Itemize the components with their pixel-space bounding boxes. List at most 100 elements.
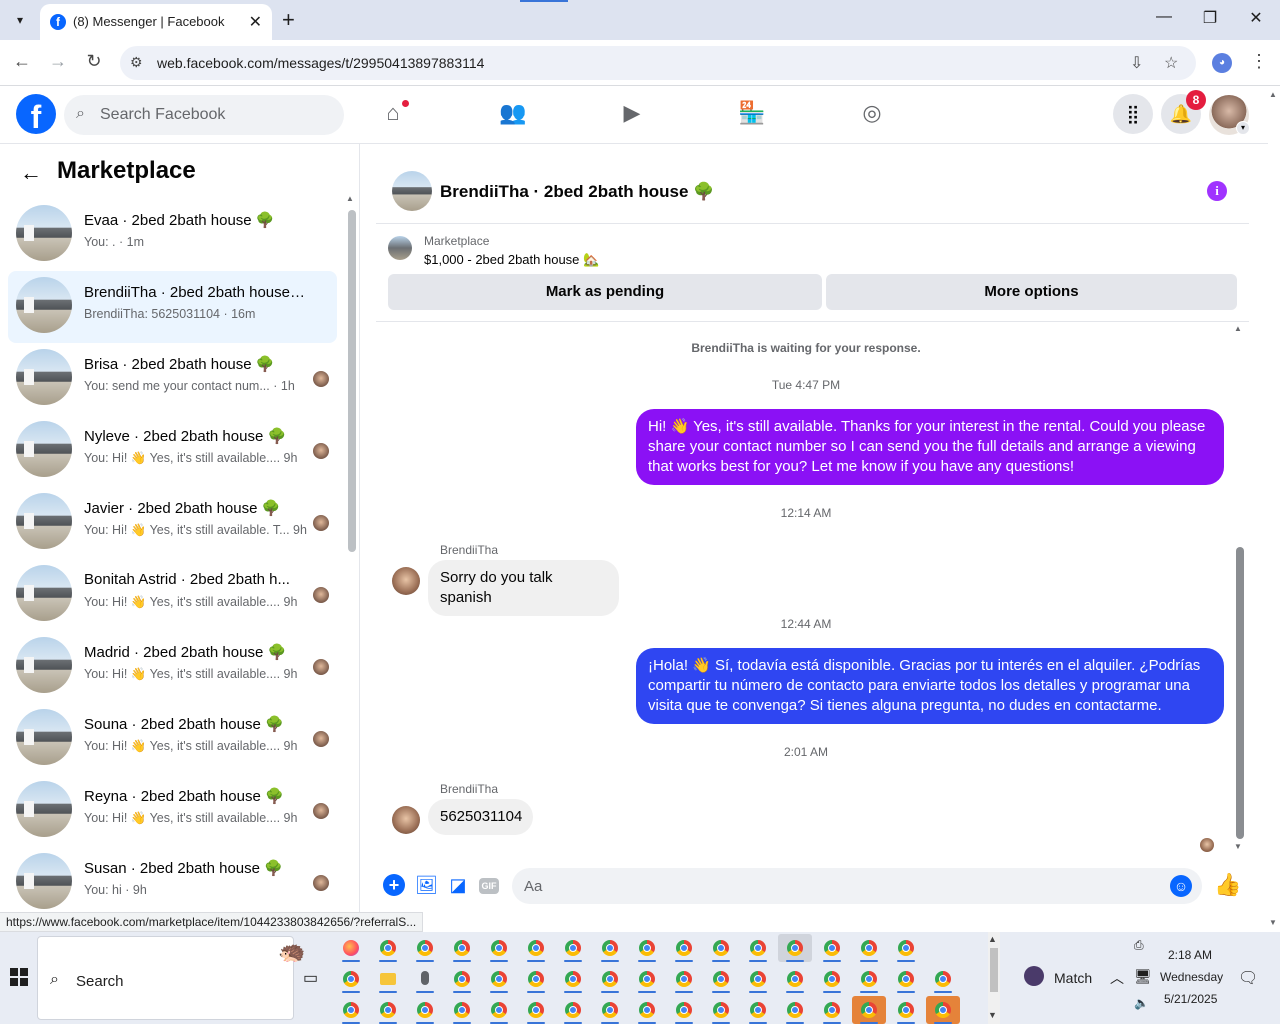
chrome-taskbar-icon[interactable] [371, 996, 405, 1024]
chrome-taskbar-icon[interactable] [815, 965, 849, 993]
message-input[interactable] [524, 868, 1144, 904]
account-chevron-icon[interactable]: ▾ [1236, 121, 1250, 135]
chrome-taskbar-icon[interactable] [519, 934, 553, 962]
conversation-item[interactable]: Brisa · 2bed 2bath house 🌳 You: send me y… [8, 343, 337, 415]
chrome-taskbar-icon[interactable] [371, 934, 405, 962]
chrome-taskbar-icon[interactable] [593, 934, 627, 962]
conversation-item[interactable]: Javier · 2bed 2bath house 🌳 You: Hi! 👋 Ye… [8, 487, 337, 559]
chrome-taskbar-icon[interactable] [408, 996, 442, 1024]
browser-menu-icon[interactable]: ⋮ [1250, 51, 1268, 72]
video-icon[interactable]: ▶ [617, 100, 647, 130]
taskbar-scroll-up-icon[interactable]: ▲ [988, 934, 997, 944]
chrome-taskbar-icon[interactable] [667, 996, 701, 1024]
firefox-taskbar-icon[interactable] [334, 934, 368, 962]
taskbar-search-box[interactable]: ⌕ Search 🦔 [37, 936, 305, 1020]
taskbar-search-label[interactable]: Search [76, 973, 124, 990]
chrome-taskbar-icon[interactable] [482, 934, 516, 962]
emoji-icon[interactable]: ☺ [1170, 875, 1192, 897]
chrome-taskbar-icon[interactable] [741, 934, 775, 962]
chrome-taskbar-icon[interactable] [593, 965, 627, 993]
page-scroll-down-icon[interactable]: ▼ [1269, 918, 1277, 927]
chrome-taskbar-icon[interactable] [556, 965, 590, 993]
incoming-message[interactable]: Sorry do you talk spanish [428, 560, 619, 616]
forward-icon[interactable]: → [46, 51, 70, 72]
clock-date[interactable]: 5/21/2025 [1164, 992, 1217, 1006]
outgoing-message[interactable]: Hi! 👋 Yes, it's still available. Thanks … [636, 409, 1224, 485]
chat-scroll-down-icon[interactable]: ▼ [1234, 842, 1242, 851]
tab-search-chevron-icon[interactable]: ▾ [8, 8, 32, 32]
new-tab-icon[interactable]: + [282, 7, 295, 33]
browser-tab[interactable]: f (8) Messenger | Facebook ✕ [40, 4, 272, 40]
chrome-taskbar-icon[interactable] [852, 934, 886, 962]
chat-title[interactable]: BrendiiTha · 2bed 2bath house 🌳 [440, 182, 714, 202]
chrome-taskbar-icon[interactable] [741, 965, 775, 993]
info-icon[interactable]: i [1207, 181, 1227, 201]
chrome-taskbar-icon[interactable] [482, 965, 516, 993]
list-scrollbar[interactable] [348, 210, 356, 552]
chrome-taskbar-icon[interactable] [519, 996, 553, 1024]
site-settings-icon[interactable]: ⚙ [130, 54, 143, 71]
reload-icon[interactable]: ↻ [82, 51, 106, 72]
install-app-icon[interactable]: ⇩ [1130, 53, 1143, 73]
chrome-taskbar-icon[interactable] [630, 965, 664, 993]
chrome-taskbar-icon[interactable] [482, 996, 516, 1024]
address-url[interactable]: web.facebook.com/messages/t/299504138978… [157, 55, 484, 71]
clock-time[interactable]: 2:18 AM [1168, 948, 1212, 962]
search-placeholder[interactable]: Search Facebook [100, 106, 225, 124]
chrome-taskbar-icon[interactable] [630, 996, 664, 1024]
more-options-button[interactable]: More options [826, 274, 1237, 310]
chrome-taskbar-icon[interactable] [889, 996, 923, 1024]
chrome-taskbar-icon[interactable] [556, 996, 590, 1024]
bookmark-star-icon[interactable]: ☆ [1164, 53, 1178, 73]
listing-title[interactable]: $1,000 - 2bed 2bath house 🏡 [424, 252, 599, 268]
listing-thumbnail[interactable] [392, 171, 432, 211]
taskbar-scroll-down-icon[interactable]: ▼ [988, 1010, 997, 1020]
clock-day[interactable]: Wednesday [1160, 970, 1223, 984]
chrome-taskbar-icon[interactable] [519, 965, 553, 993]
sticker-icon[interactable]: ◪ [447, 874, 469, 896]
chrome-taskbar-icon[interactable] [778, 965, 812, 993]
page-scroll-up-icon[interactable]: ▲ [1269, 90, 1277, 99]
conversation-item[interactable]: Nyleve · 2bed 2bath house 🌳 You: Hi! 👋 Ye… [8, 415, 337, 487]
chat-scrollbar[interactable] [1236, 547, 1244, 839]
photo-icon[interactable]: 🖼 [415, 874, 438, 896]
back-icon[interactable]: ← [10, 51, 34, 72]
file-explorer-taskbar-icon[interactable] [371, 965, 405, 993]
chrome-taskbar-icon[interactable] [667, 965, 701, 993]
chrome-taskbar-icon[interactable] [704, 996, 738, 1024]
conversation-item[interactable]: Reyna · 2bed 2bath house 🌳 You: Hi! 👋 Yes… [8, 775, 337, 847]
outgoing-message[interactable]: ¡Hola! 👋 Sí, todavía está disponible. Gr… [636, 648, 1224, 724]
conversation-item[interactable]: Souna · 2bed 2bath house 🌳 You: Hi! 👋 Yes… [8, 703, 337, 775]
list-scroll-up-icon[interactable]: ▲ [346, 194, 354, 203]
camera-icon[interactable]: ⎙ [1134, 938, 1144, 953]
chrome-taskbar-icon[interactable] [667, 934, 701, 962]
chrome-taskbar-icon[interactable] [445, 996, 479, 1024]
chrome-taskbar-icon[interactable] [926, 996, 960, 1024]
chrome-taskbar-icon[interactable] [704, 934, 738, 962]
menu-grid-icon[interactable]: ⣿ [1113, 94, 1153, 134]
windows-start-icon[interactable] [10, 968, 28, 986]
chrome-taskbar-icon[interactable] [815, 996, 849, 1024]
browser-profile-icon[interactable]: ◕ [1212, 53, 1232, 73]
conversation-item[interactable]: Bonitah Astrid · 2bed 2bath h... You: Hi!… [8, 559, 337, 631]
weather-widget-label[interactable]: Match [1054, 970, 1092, 986]
conversation-item[interactable]: Madrid · 2bed 2bath house 🌳 You: Hi! 👋 Ye… [8, 631, 337, 703]
chrome-taskbar-icon[interactable] [778, 934, 812, 962]
friends-icon[interactable]: 👥 [498, 100, 528, 130]
gif-icon[interactable]: GIF [479, 878, 499, 894]
task-view-icon[interactable]: ▭ [303, 968, 318, 988]
conversation-item[interactable]: Susan · 2bed 2bath house 🌳 You: hi · 9h [8, 847, 337, 919]
back-arrow-icon[interactable]: ← [20, 160, 42, 186]
chrome-taskbar-icon[interactable] [334, 965, 368, 993]
chrome-taskbar-icon[interactable] [445, 965, 479, 993]
incoming-message[interactable]: 5625031104 [428, 799, 533, 835]
voice-recorder-taskbar-icon[interactable] [408, 965, 442, 993]
chrome-taskbar-icon[interactable] [852, 965, 886, 993]
minimize-icon[interactable]: — [1152, 8, 1176, 26]
address-bar[interactable]: ⚙ web.facebook.com/messages/t/2995041389… [120, 46, 1196, 80]
mark-as-pending-button[interactable]: Mark as pending [388, 274, 822, 310]
chrome-taskbar-icon[interactable] [778, 996, 812, 1024]
network-icon[interactable]: 🖥 [1134, 968, 1152, 985]
taskbar-scroll-thumb[interactable] [990, 948, 998, 992]
conversation-item[interactable]: Evaa · 2bed 2bath house 🌳 You: . · 1m [8, 199, 337, 271]
